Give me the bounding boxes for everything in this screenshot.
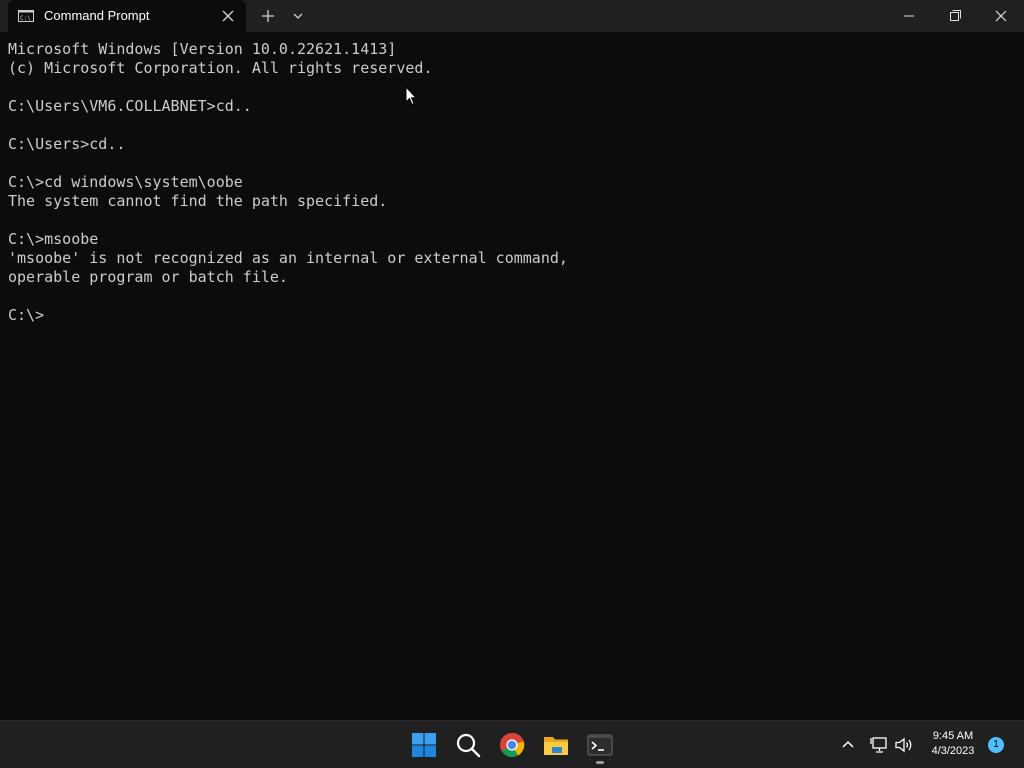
console-line: (c) Microsoft Corporation. All rights re… <box>8 59 433 77</box>
network-icon[interactable] <box>870 735 890 755</box>
new-tab-icon[interactable] <box>260 8 276 24</box>
windows-start-icon[interactable] <box>410 731 438 759</box>
volume-icon[interactable] <box>894 735 914 755</box>
notification-badge[interactable]: 1 <box>988 737 1004 753</box>
console-line: The system cannot find the path specifie… <box>8 192 388 210</box>
close-tab-icon[interactable] <box>220 8 236 24</box>
chevron-up-icon[interactable] <box>840 737 856 753</box>
title-bar[interactable]: C:\ Command Prompt <box>0 0 1024 32</box>
terminal-icon[interactable] <box>586 731 614 759</box>
tab-command-prompt[interactable]: C:\ Command Prompt <box>8 0 246 32</box>
console-line: C:\Users\VM6.COLLABNET>cd.. <box>8 97 252 115</box>
mouse-pointer-icon <box>405 86 417 106</box>
console-line: operable program or batch file. <box>8 268 288 286</box>
console-line: C:\Users>cd.. <box>8 135 126 153</box>
close-icon[interactable] <box>978 0 1024 32</box>
clock-time: 9:45 AM <box>932 730 974 742</box>
system-clock[interactable]: 9:45 AM 4/3/2023 <box>920 729 986 759</box>
running-indicator <box>596 761 604 764</box>
console-line: 'msoobe' is not recognized as an interna… <box>8 249 568 267</box>
console-line: C:\>msoobe <box>8 230 99 248</box>
console-line: C:\>cd windows\system\oobe <box>8 173 243 191</box>
console-output[interactable]: Microsoft Windows [Version 10.0.22621.14… <box>8 40 1016 712</box>
search-icon[interactable] <box>454 731 482 759</box>
clock-date: 4/3/2023 <box>931 745 975 757</box>
restore-icon[interactable] <box>932 0 978 32</box>
file-explorer-icon[interactable] <box>542 731 570 759</box>
taskbar: 9:45 AM 4/3/2023 1 <box>0 720 1024 768</box>
svg-text:C:\: C:\ <box>20 15 31 22</box>
console-line: C:\> <box>8 306 45 324</box>
tab-title: Command Prompt <box>44 8 150 23</box>
minimize-icon[interactable] <box>886 0 932 32</box>
chrome-icon[interactable] <box>498 731 526 759</box>
chevron-down-icon[interactable] <box>290 8 306 24</box>
console-line: Microsoft Windows [Version 10.0.22621.14… <box>8 40 397 58</box>
cmd-icon: C:\ <box>18 10 34 22</box>
